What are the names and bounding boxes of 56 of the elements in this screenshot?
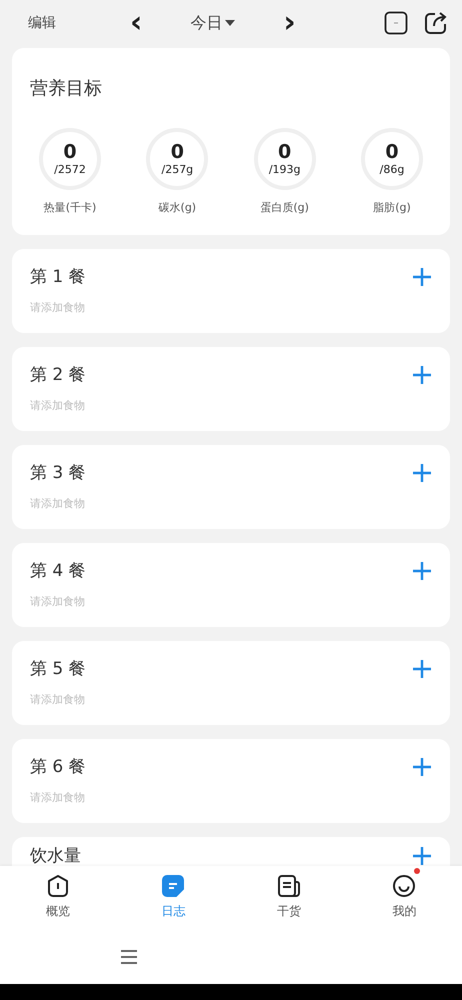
- nutrient-label: 碳水(g): [158, 200, 196, 215]
- add-icon[interactable]: [412, 266, 432, 286]
- add-icon[interactable]: [412, 658, 432, 678]
- note-icon: [161, 874, 186, 898]
- menu-icon[interactable]: [120, 949, 138, 965]
- nutrient-value: 0: [63, 142, 77, 163]
- meal-title: 第 6 餐: [30, 756, 86, 778]
- nutrient-target: /2572: [54, 162, 86, 176]
- meal-hint: 请添加食物: [30, 790, 86, 805]
- document-icon: [276, 874, 301, 898]
- add-icon[interactable]: [412, 756, 432, 776]
- smiley-icon: [392, 874, 416, 898]
- add-icon[interactable]: [412, 364, 432, 384]
- meal-card[interactable]: 第 6 餐 请添加食物: [12, 739, 450, 823]
- add-icon[interactable]: [412, 462, 432, 482]
- nutrient-target: /193g: [268, 162, 300, 176]
- meal-card[interactable]: 第 4 餐 请添加食物: [12, 543, 450, 627]
- meal-card[interactable]: 第 5 餐 请添加食物: [12, 641, 450, 725]
- meal-title: 第 3 餐: [30, 462, 86, 484]
- meal-title: 第 5 餐: [30, 658, 86, 680]
- nutrient-target: /86g: [380, 162, 404, 176]
- overview-icon: [46, 874, 70, 898]
- meal-hint: 请添加食物: [30, 398, 86, 413]
- tab[interactable]: 干货: [231, 866, 346, 930]
- add-icon[interactable]: [412, 560, 432, 580]
- nutrient-value: 0: [278, 142, 292, 163]
- meal-card[interactable]: 第 3 餐 请添加食物: [12, 445, 450, 529]
- meal-card[interactable]: 第 2 餐 请添加食物: [12, 347, 450, 431]
- nutrient-label: 热量(千卡): [44, 200, 96, 215]
- nutrient-value: 0: [385, 142, 399, 163]
- tab[interactable]: 我的: [346, 866, 462, 930]
- nutrient-label: 脂肪(g): [373, 200, 411, 215]
- tab[interactable]: 概览: [0, 866, 116, 930]
- meal-hint: 请添加食物: [30, 300, 86, 315]
- edit-button[interactable]: 编辑: [28, 14, 124, 32]
- card-title: 营养目标: [30, 77, 103, 100]
- previous-day-button[interactable]: ‹: [124, 8, 148, 38]
- nutrient-label: 蛋白质(g): [260, 200, 309, 215]
- calendar-icon[interactable]: [384, 11, 408, 35]
- meal-card[interactable]: 饮水量: [12, 837, 450, 866]
- meal-title: 饮水量: [30, 845, 81, 866]
- meal-hint: 请添加食物: [30, 496, 86, 511]
- meal-card[interactable]: 第 1 餐 请添加食物: [12, 249, 450, 333]
- meal-hint: 请添加食物: [30, 594, 86, 609]
- date-selector[interactable]: 今日: [184, 12, 242, 34]
- meal-title: 第 4 餐: [30, 560, 86, 582]
- meal-title: 第 2 餐: [30, 364, 86, 386]
- meal-title: 第 1 餐: [30, 266, 86, 288]
- caret-icon: [225, 20, 236, 26]
- nutrient-value: 0: [170, 142, 184, 163]
- nutrient-target: /257g: [161, 162, 194, 176]
- meal-hint: 请添加食物: [30, 692, 86, 707]
- share-icon[interactable]: [424, 11, 448, 35]
- add-icon[interactable]: [412, 846, 432, 866]
- tab[interactable]: 日志: [116, 866, 231, 930]
- next-day-button[interactable]: ›: [277, 8, 302, 38]
